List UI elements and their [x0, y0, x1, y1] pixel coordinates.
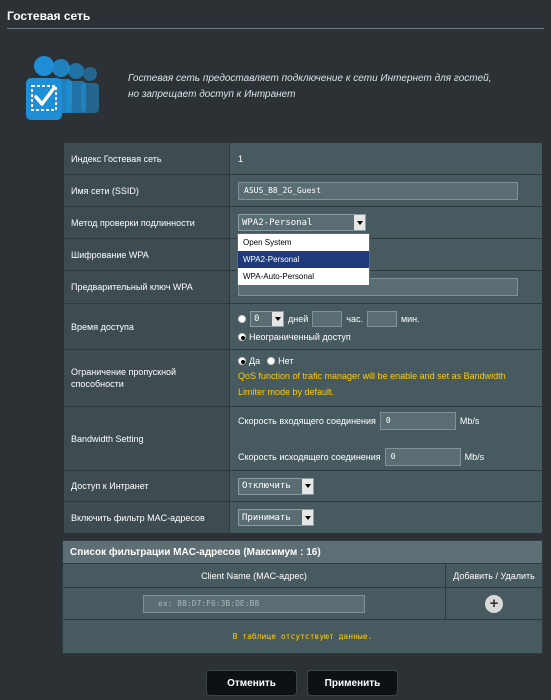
wpa-key-label: Предварительный ключ WPA: [64, 271, 230, 303]
ssid-input[interactable]: ASUS_B8_2G_Guest: [238, 181, 518, 200]
intranet-selected: Отключить: [242, 481, 291, 491]
mac-col-client: Client Name (MAC-адрес): [63, 564, 446, 587]
row-bandwidth-limit: Ограничение пропускной способности Да Не…: [64, 349, 542, 406]
bandwidth-yes-radio[interactable]: [238, 357, 246, 365]
access-days-select[interactable]: 0: [250, 311, 284, 327]
intranet-label: Доступ к Интранет: [64, 471, 230, 501]
index-value: 1: [238, 153, 244, 164]
bandwidth-note-line-1: QoS function of trafic manager will be e…: [238, 371, 506, 381]
title-bar: Гостевая сеть: [0, 0, 551, 30]
chevron-down-icon[interactable]: [353, 215, 365, 230]
intro-line-2: но запрещает доступ к Интранет: [128, 89, 296, 100]
mac-list-columns: Client Name (MAC-адрес) Добавить / Удали…: [63, 563, 542, 587]
mac-input-row: ex: 88:D7:F6:3B:DE:B8 +: [63, 587, 542, 619]
intranet-select[interactable]: Отключить: [238, 477, 314, 495]
mac-filter-list: Список фильтрации MAC-адресов (Максимум …: [62, 540, 543, 654]
downlink-input[interactable]: 0: [379, 411, 456, 430]
uplink-label: Скорость исходящего соединения: [238, 451, 381, 462]
intro-line-1: Гостевая сеть предоставляет подключение …: [128, 73, 492, 84]
row-bandwidth-setting: Bandwidth Setting Скорость входящего сое…: [64, 406, 542, 470]
auth-method-selected: WPA2-Personal: [242, 217, 313, 228]
chevron-down-icon[interactable]: [301, 510, 313, 525]
title-divider: [7, 28, 544, 29]
minutes-unit: мин.: [400, 314, 420, 324]
page-title: Гостевая сеть: [7, 9, 91, 23]
chevron-down-icon[interactable]: [271, 312, 283, 326]
bandwidth-no-radio[interactable]: [267, 357, 276, 365]
bandwidth-note-line-2: Limiter mode by default.: [238, 387, 335, 397]
bandwidth-setting-label: Bandwidth Setting: [64, 407, 230, 470]
guest-network-icon: [26, 56, 99, 120]
uplink-input[interactable]: 0: [384, 447, 461, 466]
unlimited-label: Неограниченный доступ: [249, 332, 351, 342]
downlink-unit: Mb/s: [459, 415, 480, 426]
mac-filter-selected: Принимать: [242, 512, 291, 523]
index-label: Индекс Гостевая сеть: [64, 143, 230, 174]
auth-method-label: Метод проверки подлинности: [64, 207, 230, 238]
bandwidth-limit-label: Ограничение пропускной способности: [64, 350, 230, 406]
row-index: Индекс Гостевая сеть 1: [64, 143, 542, 174]
apply-button[interactable]: Применить: [307, 670, 398, 696]
mac-list-header: Список фильтрации MAC-адресов (Максимум …: [63, 541, 542, 563]
access-time-limited-radio[interactable]: [238, 315, 246, 323]
auth-option-wpa2-personal[interactable]: WPA2-Personal: [238, 251, 369, 268]
ssid-label: Имя сети (SSID): [64, 175, 230, 206]
auth-method-select[interactable]: WPA2-Personal: [238, 214, 366, 231]
row-mac-filter: Включить фильтр MAC-адресов Принимать: [64, 501, 542, 533]
mac-filter-select[interactable]: Принимать: [238, 509, 314, 526]
mac-filter-label: Включить фильтр MAC-адресов: [64, 502, 230, 533]
access-days-value: 0: [254, 314, 260, 324]
mac-col-action: Добавить / Удалить: [453, 570, 535, 581]
mac-address-input[interactable]: ex: 88:D7:F6:3B:DE:B8: [143, 594, 365, 613]
row-access-time: Время доступа 0 дней час. мин. Неогранич…: [64, 303, 542, 349]
intro-text: Гостевая сеть предоставляет подключение …: [128, 71, 548, 103]
access-time-unlimited-radio[interactable]: [238, 333, 246, 341]
row-ssid: Имя сети (SSID) ASUS_B8_2G_Guest: [64, 174, 542, 206]
cancel-button[interactable]: Отменить: [206, 670, 297, 696]
mac-empty-message: В таблице отсутствуют данные.: [63, 619, 542, 653]
row-intranet: Доступ к Интранет Отключить: [64, 470, 542, 501]
wpa-encryption-label: Шифрование WPA: [64, 239, 230, 270]
add-icon[interactable]: +: [485, 594, 503, 613]
auth-method-dropdown: Open System WPA2-Personal WPA-Auto-Perso…: [237, 233, 370, 286]
uplink-unit: Mb/s: [464, 451, 485, 462]
bandwidth-yes-label: Да: [249, 356, 261, 366]
chevron-down-icon[interactable]: [301, 478, 313, 494]
days-unit: дней: [288, 314, 309, 324]
hours-input[interactable]: [312, 311, 343, 327]
minutes-input[interactable]: [366, 311, 397, 327]
downlink-label: Скорость входящего соединения: [238, 415, 376, 426]
bandwidth-no-label: Нет: [278, 356, 294, 366]
auth-option-wpa-auto-personal[interactable]: WPA-Auto-Personal: [238, 268, 369, 285]
hours-unit: час.: [346, 314, 363, 324]
access-time-label: Время доступа: [64, 304, 230, 349]
settings-table: Индекс Гостевая сеть 1 Имя сети (SSID) A…: [64, 143, 542, 533]
auth-option-open-system[interactable]: Open System: [238, 234, 369, 251]
